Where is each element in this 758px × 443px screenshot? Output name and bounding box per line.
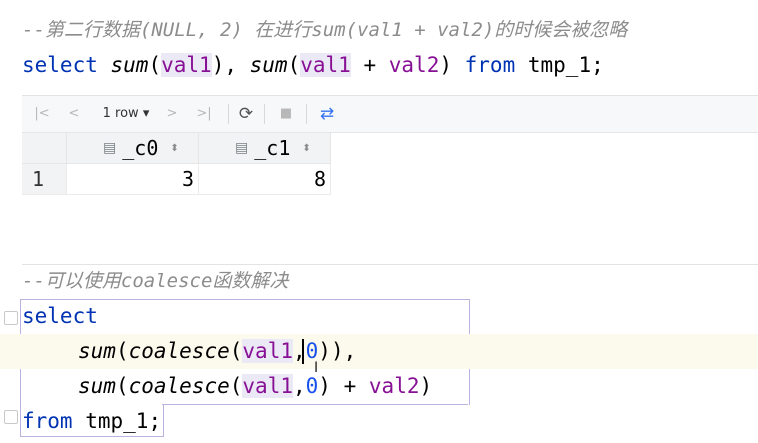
next-page-icon[interactable]: > <box>162 104 182 124</box>
column-icon: ▤ <box>235 140 249 156</box>
result-table: ▤ _c0 ⬍ ▤ _c1 ⬍ 1 3 8 <box>22 133 331 195</box>
code-line-4[interactable]: select <box>22 299 758 334</box>
compare-icon[interactable]: ⇄ <box>316 104 338 124</box>
keyword-select: select <box>22 53 98 77</box>
row-count-dropdown[interactable]: 1 row ▾ <box>96 104 156 124</box>
toolbar-separator <box>264 104 265 124</box>
column-val2: val2 <box>388 53 440 77</box>
column-val1: val1 <box>161 53 212 77</box>
table-name: tmp_1 <box>85 409 149 433</box>
column-header-label: _c1 <box>254 136 291 160</box>
column-val1: val1 <box>242 339 293 363</box>
row-number-header <box>22 133 67 164</box>
keyword-select: select <box>22 304 98 328</box>
semicolon: ; <box>148 409 162 433</box>
number-literal: 0 <box>305 374 319 398</box>
toolbar-separator <box>306 104 307 124</box>
text-cursor <box>302 339 304 364</box>
function-sum: sum <box>78 374 116 398</box>
fold-marker-icon[interactable] <box>4 311 18 325</box>
comment-line-1: --第二行数据(NULL, 2) 在进行sum(val1 + val2)的时候会… <box>22 19 628 41</box>
column-header-c1[interactable]: ▤ _c1 ⬍ <box>198 133 331 164</box>
fold-marker-icon[interactable] <box>4 410 18 424</box>
chevron-down-icon: ▾ <box>142 106 150 121</box>
result-grid-panel: |< < 1 row ▾ > >| ⟳ ■ ⇄ ▤ _c0 ⬍ ▤ _c1 ⬍ … <box>22 95 758 265</box>
column-val2: val2 <box>368 374 420 398</box>
row-count-label: 1 row <box>102 106 139 121</box>
column-header-c0[interactable]: ▤ _c0 ⬍ <box>66 133 199 164</box>
function-sum: sum <box>110 53 149 77</box>
code-line-5[interactable]: sum(coalesce(val1,0)), <box>0 334 758 369</box>
last-page-icon[interactable]: >| <box>192 104 216 124</box>
operator-plus: + <box>363 53 377 77</box>
function-coalesce: coalesce <box>128 339 230 363</box>
table-name: tmp_1 <box>527 53 592 77</box>
refresh-icon[interactable]: ⟳ <box>236 104 256 124</box>
code-line-6[interactable]: sum(coalesce(val1,0) + val2) <box>78 369 758 404</box>
column-icon: ▤ <box>103 140 117 156</box>
row-number: 1 <box>22 163 67 195</box>
code-line-2[interactable]: select sum(val1), sum(val1 + val2) from … <box>22 48 758 83</box>
function-sum: sum <box>78 339 116 363</box>
sort-icon[interactable]: ⬍ <box>302 143 310 154</box>
first-page-icon[interactable]: |< <box>32 104 52 124</box>
table-row[interactable]: 1 3 8 <box>22 163 331 195</box>
table-header-row: ▤ _c0 ⬍ ▤ _c1 ⬍ <box>22 133 331 164</box>
grid-toolbar: |< < 1 row ▾ > >| ⟳ ■ ⇄ <box>22 96 758 133</box>
stop-icon[interactable]: ■ <box>276 104 296 124</box>
column-header-label: _c0 <box>122 136 159 160</box>
table-cell[interactable]: 8 <box>198 163 331 195</box>
comment-line-3: --可以使用coalesce函数解决 <box>22 270 289 292</box>
toolbar-separator <box>228 104 229 124</box>
table-cell[interactable]: 3 <box>66 163 199 195</box>
prev-page-icon[interactable]: < <box>64 104 84 124</box>
code-line-7[interactable]: from tmp_1; <box>22 404 758 439</box>
semicolon: ; <box>591 53 604 77</box>
column-val1: val1 <box>300 53 351 77</box>
function-coalesce: coalesce <box>128 374 230 398</box>
keyword-from: from <box>464 53 516 77</box>
column-val1: val1 <box>242 374 293 398</box>
keyword-from: from <box>22 409 73 433</box>
operator-plus: + <box>343 374 357 398</box>
sort-icon[interactable]: ⬍ <box>170 143 178 154</box>
function-sum: sum <box>249 53 288 77</box>
